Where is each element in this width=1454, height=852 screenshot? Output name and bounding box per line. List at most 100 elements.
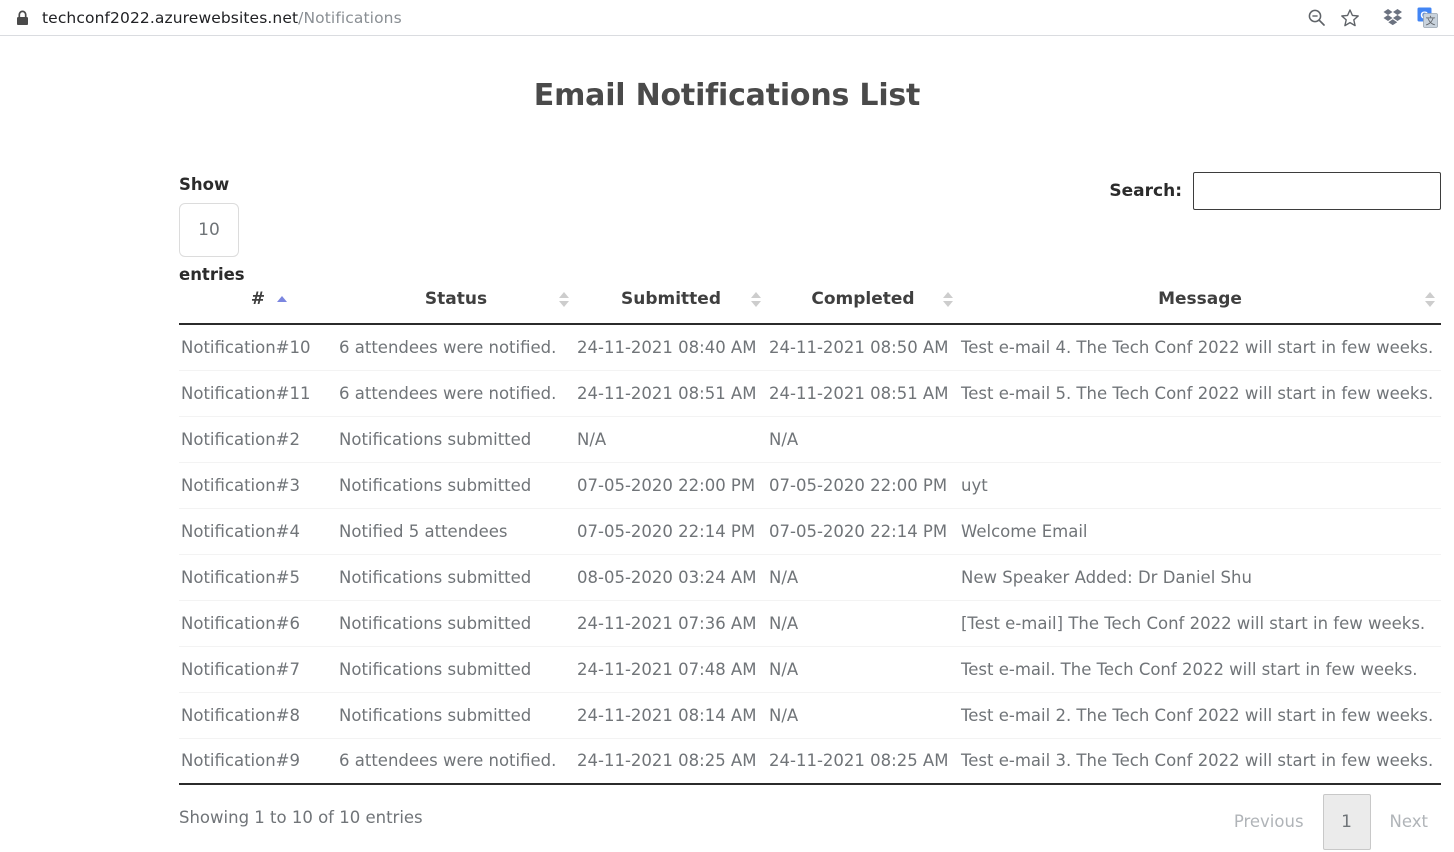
page-title: Email Notifications List — [533, 78, 921, 113]
cell-status: Notifications submitted — [337, 600, 575, 647]
pagination-next[interactable]: Next — [1377, 791, 1441, 852]
address-bar[interactable]: techconf2022.azurewebsites.net/Notificat… — [6, 4, 1299, 32]
cell-message: Test e-mail. The Tech Conf 2022 will sta… — [959, 646, 1441, 693]
cell-message: Test e-mail 4. The Tech Conf 2022 will s… — [959, 324, 1441, 371]
cell-message: Test e-mail 2. The Tech Conf 2022 will s… — [959, 692, 1441, 739]
dropbox-extension-icon[interactable] — [1376, 3, 1410, 33]
cell-submitted: 24-11-2021 08:40 AM — [575, 324, 767, 371]
pagination: Previous 1 Next — [1221, 791, 1441, 852]
notifications-table: # Status Submitted Completed Message Not… — [179, 289, 1441, 785]
url-text: techconf2022.azurewebsites.net/Notificat… — [42, 9, 402, 27]
pagination-page-1[interactable]: 1 — [1322, 794, 1371, 850]
cell-submitted: 24-11-2021 08:14 AM — [575, 692, 767, 739]
table-header: # Status Submitted Completed Message — [179, 289, 1441, 325]
search-control: Search: — [1109, 172, 1441, 210]
cell-submitted: 24-11-2021 08:25 AM — [575, 738, 767, 785]
cell-completed: N/A — [767, 646, 959, 693]
cell-id: Notification#3 — [179, 462, 337, 509]
entries-length-control: Show 10 entries — [179, 175, 245, 283]
url-path: /Notifications — [298, 8, 402, 27]
cell-submitted: 07-05-2020 22:14 PM — [575, 508, 767, 555]
cell-id: Notification#5 — [179, 554, 337, 601]
table-header-row: # Status Submitted Completed Message — [179, 289, 1441, 325]
column-header-completed-label: Completed — [811, 289, 915, 309]
cell-id: Notification#11 — [179, 370, 337, 417]
column-header-id-label: # — [250, 289, 266, 309]
search-label: Search: — [1109, 181, 1182, 201]
cell-message: Test e-mail 3. The Tech Conf 2022 will s… — [959, 738, 1441, 785]
entries-per-page-select[interactable]: 10 — [179, 202, 239, 257]
column-header-id[interactable]: # — [179, 289, 337, 325]
column-header-completed[interactable]: Completed — [767, 289, 959, 325]
table-row: Notification#7 Notifications submitted 24-… — [179, 646, 1441, 693]
cell-submitted: 24-11-2021 07:48 AM — [575, 646, 767, 693]
cell-submitted: 07-05-2020 22:00 PM — [575, 462, 767, 509]
cell-status: Notifications submitted — [337, 462, 575, 509]
table-row: Notification#3 Notifications submitted 07-… — [179, 462, 1441, 509]
column-header-status[interactable]: Status — [337, 289, 575, 325]
show-label: Show — [179, 175, 230, 194]
sort-toggle-icon — [559, 291, 569, 307]
cell-status: 6 attendees were notified. — [337, 324, 575, 371]
cell-message: [Test e-mail] The Tech Conf 2022 will st… — [959, 600, 1441, 647]
datatable-footer: Showing 1 to 10 of 10 entries Previous 1… — [179, 791, 1441, 852]
cell-message — [959, 416, 1441, 463]
cell-id: Notification#6 — [179, 600, 337, 647]
toolbar-actions: G 文 — [1299, 3, 1454, 33]
cell-submitted: 08-05-2020 03:24 AM — [575, 554, 767, 601]
datatable-container: Show 10 entries Search: # Status Submitt… — [179, 164, 1441, 852]
cell-id: Notification#8 — [179, 692, 337, 739]
cell-status: Notifications submitted — [337, 554, 575, 601]
lock-icon[interactable] — [12, 8, 32, 28]
table-row: Notification#8 Notifications submitted 24-… — [179, 692, 1441, 739]
table-row: Notification#9 6 attendees were notified.… — [179, 738, 1441, 785]
google-translate-extension-icon[interactable]: G 文 — [1410, 3, 1444, 33]
sort-toggle-icon — [1425, 291, 1435, 307]
table-row: Notification#5 Notifications submitted 08-… — [179, 554, 1441, 601]
table-row: Notification#6 Notifications submitted 24-… — [179, 600, 1441, 647]
cell-id: Notification#2 — [179, 416, 337, 463]
cell-message: uyt — [959, 462, 1441, 509]
column-header-message[interactable]: Message — [959, 289, 1441, 325]
cell-status: Notifications submitted — [337, 416, 575, 463]
cell-status: 6 attendees were notified. — [337, 370, 575, 417]
table-info: Showing 1 to 10 of 10 entries — [179, 808, 423, 827]
cell-submitted: N/A — [575, 416, 767, 463]
cell-completed: N/A — [767, 600, 959, 647]
cell-id: Notification#7 — [179, 646, 337, 693]
sort-toggle-icon — [943, 291, 953, 307]
cell-status: Notifications submitted — [337, 692, 575, 739]
bookmark-star-icon[interactable] — [1333, 3, 1367, 33]
cell-completed: 07-05-2020 22:14 PM — [767, 508, 959, 555]
cell-completed: N/A — [767, 692, 959, 739]
cell-completed: 24-11-2021 08:51 AM — [767, 370, 959, 417]
svg-text:文: 文 — [1425, 15, 1435, 28]
cell-submitted: 24-11-2021 07:36 AM — [575, 600, 767, 647]
cell-id: Notification#4 — [179, 508, 337, 555]
table-row: Notification#4 Notified 5 attendees 07-05-… — [179, 508, 1441, 555]
pagination-previous[interactable]: Previous — [1221, 791, 1317, 852]
column-header-status-label: Status — [424, 289, 488, 309]
cell-completed: N/A — [767, 416, 959, 463]
cell-completed: 24-11-2021 08:50 AM — [767, 324, 959, 371]
cell-completed: N/A — [767, 554, 959, 601]
cell-submitted: 24-11-2021 08:51 AM — [575, 370, 767, 417]
sort-ascending-icon — [276, 291, 287, 307]
cell-id: Notification#9 — [179, 738, 337, 785]
url-domain: techconf2022.azurewebsites.net — [42, 8, 299, 27]
column-header-submitted[interactable]: Submitted — [575, 289, 767, 325]
column-header-submitted-label: Submitted — [620, 289, 721, 309]
cell-message: Welcome Email — [959, 508, 1441, 555]
cell-id: Notification#10 — [179, 324, 337, 371]
cell-status: Notified 5 attendees — [337, 508, 575, 555]
cell-completed: 24-11-2021 08:25 AM — [767, 738, 959, 785]
table-row: Notification#11 6 attendees were notified… — [179, 370, 1441, 417]
page-content: Email Notifications List Show 10 entries… — [0, 36, 1454, 852]
datatable-controls: Show 10 entries Search: — [179, 164, 1441, 289]
search-input[interactable] — [1193, 172, 1441, 210]
table-row: Notification#2 Notifications submitted N/A… — [179, 416, 1441, 463]
cell-status: Notifications submitted — [337, 646, 575, 693]
cell-message: New Speaker Added: Dr Daniel Shu — [959, 554, 1441, 601]
zoom-out-icon[interactable] — [1299, 3, 1333, 33]
sort-toggle-icon — [751, 291, 761, 307]
